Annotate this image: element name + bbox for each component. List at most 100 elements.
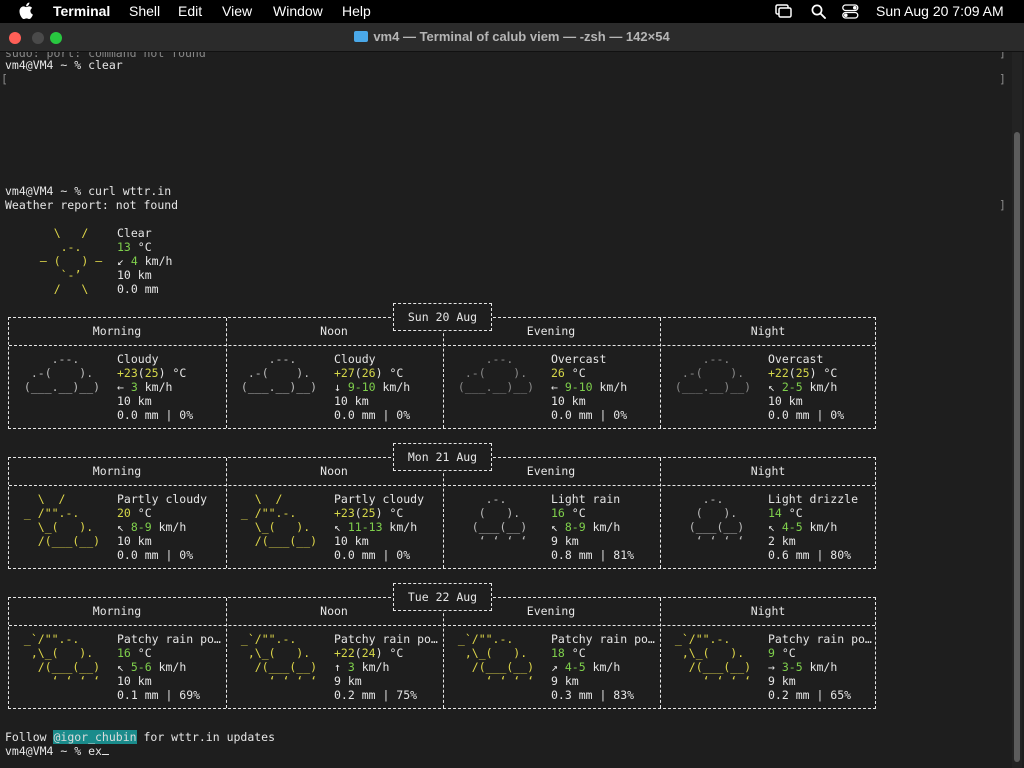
precipitation: 0.0 mm | 0%	[334, 408, 411, 422]
menu-terminal[interactable]: Terminal	[53, 3, 110, 19]
wind-direction-icon: ↗	[551, 660, 558, 674]
terminal-scrollbar[interactable]	[1012, 52, 1022, 768]
forecast-cell: \ / _ /"".-. \_( ). /(___(__) Partly clo…	[9, 492, 225, 567]
spotlight-search-icon[interactable]	[811, 4, 826, 19]
forecast-info: Overcast +22(25) °C ↖ 2-5 km/h 10 km 0.0…	[768, 352, 845, 422]
menu-edit[interactable]: Edit	[178, 3, 202, 19]
feels-like-temp: 25	[144, 366, 159, 380]
feels-like-temp: 25	[361, 506, 376, 520]
current-precip: 0.0 mm	[117, 282, 159, 296]
temp-unit: °C	[564, 506, 586, 520]
forecast-info: Patchy rain po… 16 °C ↖ 5-6 km/h 10 km 0…	[117, 632, 221, 702]
forecast-cell: .-. ( ). (___(__) ‘ ‘ ‘ ‘ Light rain 16 …	[443, 492, 659, 567]
visibility: 10 km	[117, 534, 152, 548]
menubar-clock[interactable]: Sun Aug 20 7:09 AM	[876, 3, 1004, 19]
wind-direction-icon: →	[768, 660, 775, 674]
forecast-info: Cloudy +27(26) °C ↓ 9-10 km/h 10 km 0.0 …	[334, 352, 411, 422]
menu-shell[interactable]: Shell	[129, 3, 160, 19]
active-prompt-line[interactable]: vm4@VM4 ~ % ex	[5, 744, 109, 758]
feels-like-temp: 26	[361, 366, 376, 380]
text-cursor	[101, 754, 109, 755]
visibility: 10 km	[117, 674, 152, 688]
control-center-icon[interactable]	[842, 4, 859, 19]
wind-unit: km/h	[802, 520, 838, 534]
temp-unit: °C	[382, 646, 404, 660]
period-header: Night	[750, 604, 786, 618]
visibility: 9 km	[334, 674, 362, 688]
line-mark: ]	[999, 72, 1006, 86]
visibility: 10 km	[551, 394, 586, 408]
wind-speed: 4-5	[781, 520, 803, 534]
temperature: +23	[334, 506, 355, 520]
author-handle-link[interactable]: @igor_chubin	[53, 730, 137, 744]
window-title: vm4 — Terminal of calub viem — -zsh — 14…	[0, 29, 1024, 44]
precipitation: 0.0 mm | 0%	[551, 408, 628, 422]
window-title-text: vm4 — Terminal of calub viem — -zsh — 14…	[373, 29, 670, 44]
precipitation: 0.0 mm | 0%	[117, 548, 194, 562]
visibility: 9 km	[768, 674, 796, 688]
forecast-cell: .-. ( ). (___(__) ‘ ‘ ‘ ‘ Light drizzle …	[660, 492, 876, 567]
forecast-info: Patchy rain po… +22(24) °C ↑ 3 km/h 9 km…	[334, 632, 438, 702]
menu-bar: Terminal Shell Edit View Window Help Sun…	[0, 0, 1024, 23]
wind-direction-icon: ↖	[551, 520, 558, 534]
window-title-bar[interactable]: vm4 — Terminal of calub viem — -zsh — 14…	[0, 23, 1024, 52]
forecast-cell: .--. .-( ). (___.__)__) Overcast 26 °C ←…	[443, 352, 659, 427]
line-mark: ]	[999, 198, 1006, 212]
line-mark: ]	[999, 52, 1006, 60]
current-weather-info: Clear 13 °C ↙ 4 km/h 10 km 0.0 mm	[117, 226, 172, 296]
weather-art: \ / _ /"".-. \_( ). /(___(__)	[23, 492, 101, 548]
menu-window[interactable]: Window	[273, 3, 323, 19]
terminal-output[interactable]: sudo: port: command not found ] vm4@VM4 …	[0, 52, 1010, 768]
table-divider	[9, 345, 875, 346]
weather-art: .--. .-( ). (___.__)__)	[674, 352, 752, 394]
forecast-info: Light rain 16 °C ↖ 8-9 km/h 9 km 0.8 mm …	[551, 492, 634, 562]
wind-speed: 3	[130, 380, 138, 394]
temperature: 16	[117, 646, 131, 660]
weather-art: .--. .-( ). (___.__)__)	[23, 352, 101, 394]
wind-direction-icon: ↑	[334, 660, 341, 674]
follow-line: Follow @igor_chubin for wttr.in updates	[5, 730, 275, 744]
weather-art: _`/"".-. ,\_( ). /(___(__) ‘ ‘ ‘ ‘	[457, 632, 535, 688]
wind-direction-icon: ←	[551, 380, 558, 394]
scrollbar-thumb[interactable]	[1014, 132, 1020, 762]
precipitation: 0.2 mm | 65%	[768, 688, 852, 702]
forecast-cell: \ / _ /"".-. \_( ). /(___(__) Partly clo…	[226, 492, 442, 567]
forecast-day-table: Morning Noon Evening Night \ / _ /"".-. \_(…	[8, 457, 876, 569]
visibility: 9 km	[551, 674, 579, 688]
temperature: 16	[551, 506, 565, 520]
apple-menu-icon[interactable]	[19, 2, 33, 19]
precipitation: 0.6 mm | 80%	[768, 548, 852, 562]
wind-speed: 4-5	[564, 660, 586, 674]
temperature: 18	[551, 646, 565, 660]
current-weather-art: \ / .-. ― ( ) ― `-’ / \	[39, 226, 103, 296]
forecast-info: Partly cloudy +23(25) °C ↖ 11-13 km/h 10…	[334, 492, 425, 562]
weather-art: .--. .-( ). (___.__)__)	[457, 352, 535, 394]
condition-text: Overcast	[768, 352, 824, 366]
condition-text: Patchy rain po…	[117, 632, 221, 646]
prompt-line: vm4@VM4 ~ % clear	[5, 58, 123, 72]
forecast-day-label: Sun 20 Aug	[393, 303, 492, 331]
wind-unit: km/h	[382, 520, 418, 534]
wind-speed: 8-9	[130, 520, 152, 534]
temperature: 14	[768, 506, 782, 520]
wind-direction-icon: ↖	[334, 520, 341, 534]
weather-art: _`/"".-. ,\_( ). /(___(__) ‘ ‘ ‘ ‘	[240, 632, 318, 688]
forecast-info: Overcast 26 °C ← 9-10 km/h 10 km 0.0 mm …	[551, 352, 627, 422]
precipitation: 0.3 mm | 83%	[551, 688, 635, 702]
temp-unit: °C	[564, 366, 586, 380]
prompt-line: vm4@VM4 ~ % curl wttr.in	[5, 184, 172, 198]
current-wind-unit: km/h	[137, 254, 173, 268]
precipitation: 0.0 mm | 0%	[334, 548, 411, 562]
temp-unit: °C	[774, 646, 796, 660]
menu-view[interactable]: View	[222, 3, 252, 19]
screen-mirroring-icon[interactable]	[775, 4, 792, 19]
table-divider	[9, 625, 875, 626]
temperature: 20	[117, 506, 131, 520]
wind-unit: km/h	[151, 660, 187, 674]
prompt-input[interactable]: vm4@VM4 ~ % ex	[5, 744, 102, 758]
temp-unit: °C	[130, 646, 152, 660]
forecast-info: Patchy rain po… 9 °C → 3-5 km/h 9 km 0.2…	[768, 632, 872, 702]
condition-text: Overcast	[551, 352, 607, 366]
menu-help[interactable]: Help	[342, 3, 371, 19]
forecast-day-label: Tue 22 Aug	[393, 583, 492, 611]
